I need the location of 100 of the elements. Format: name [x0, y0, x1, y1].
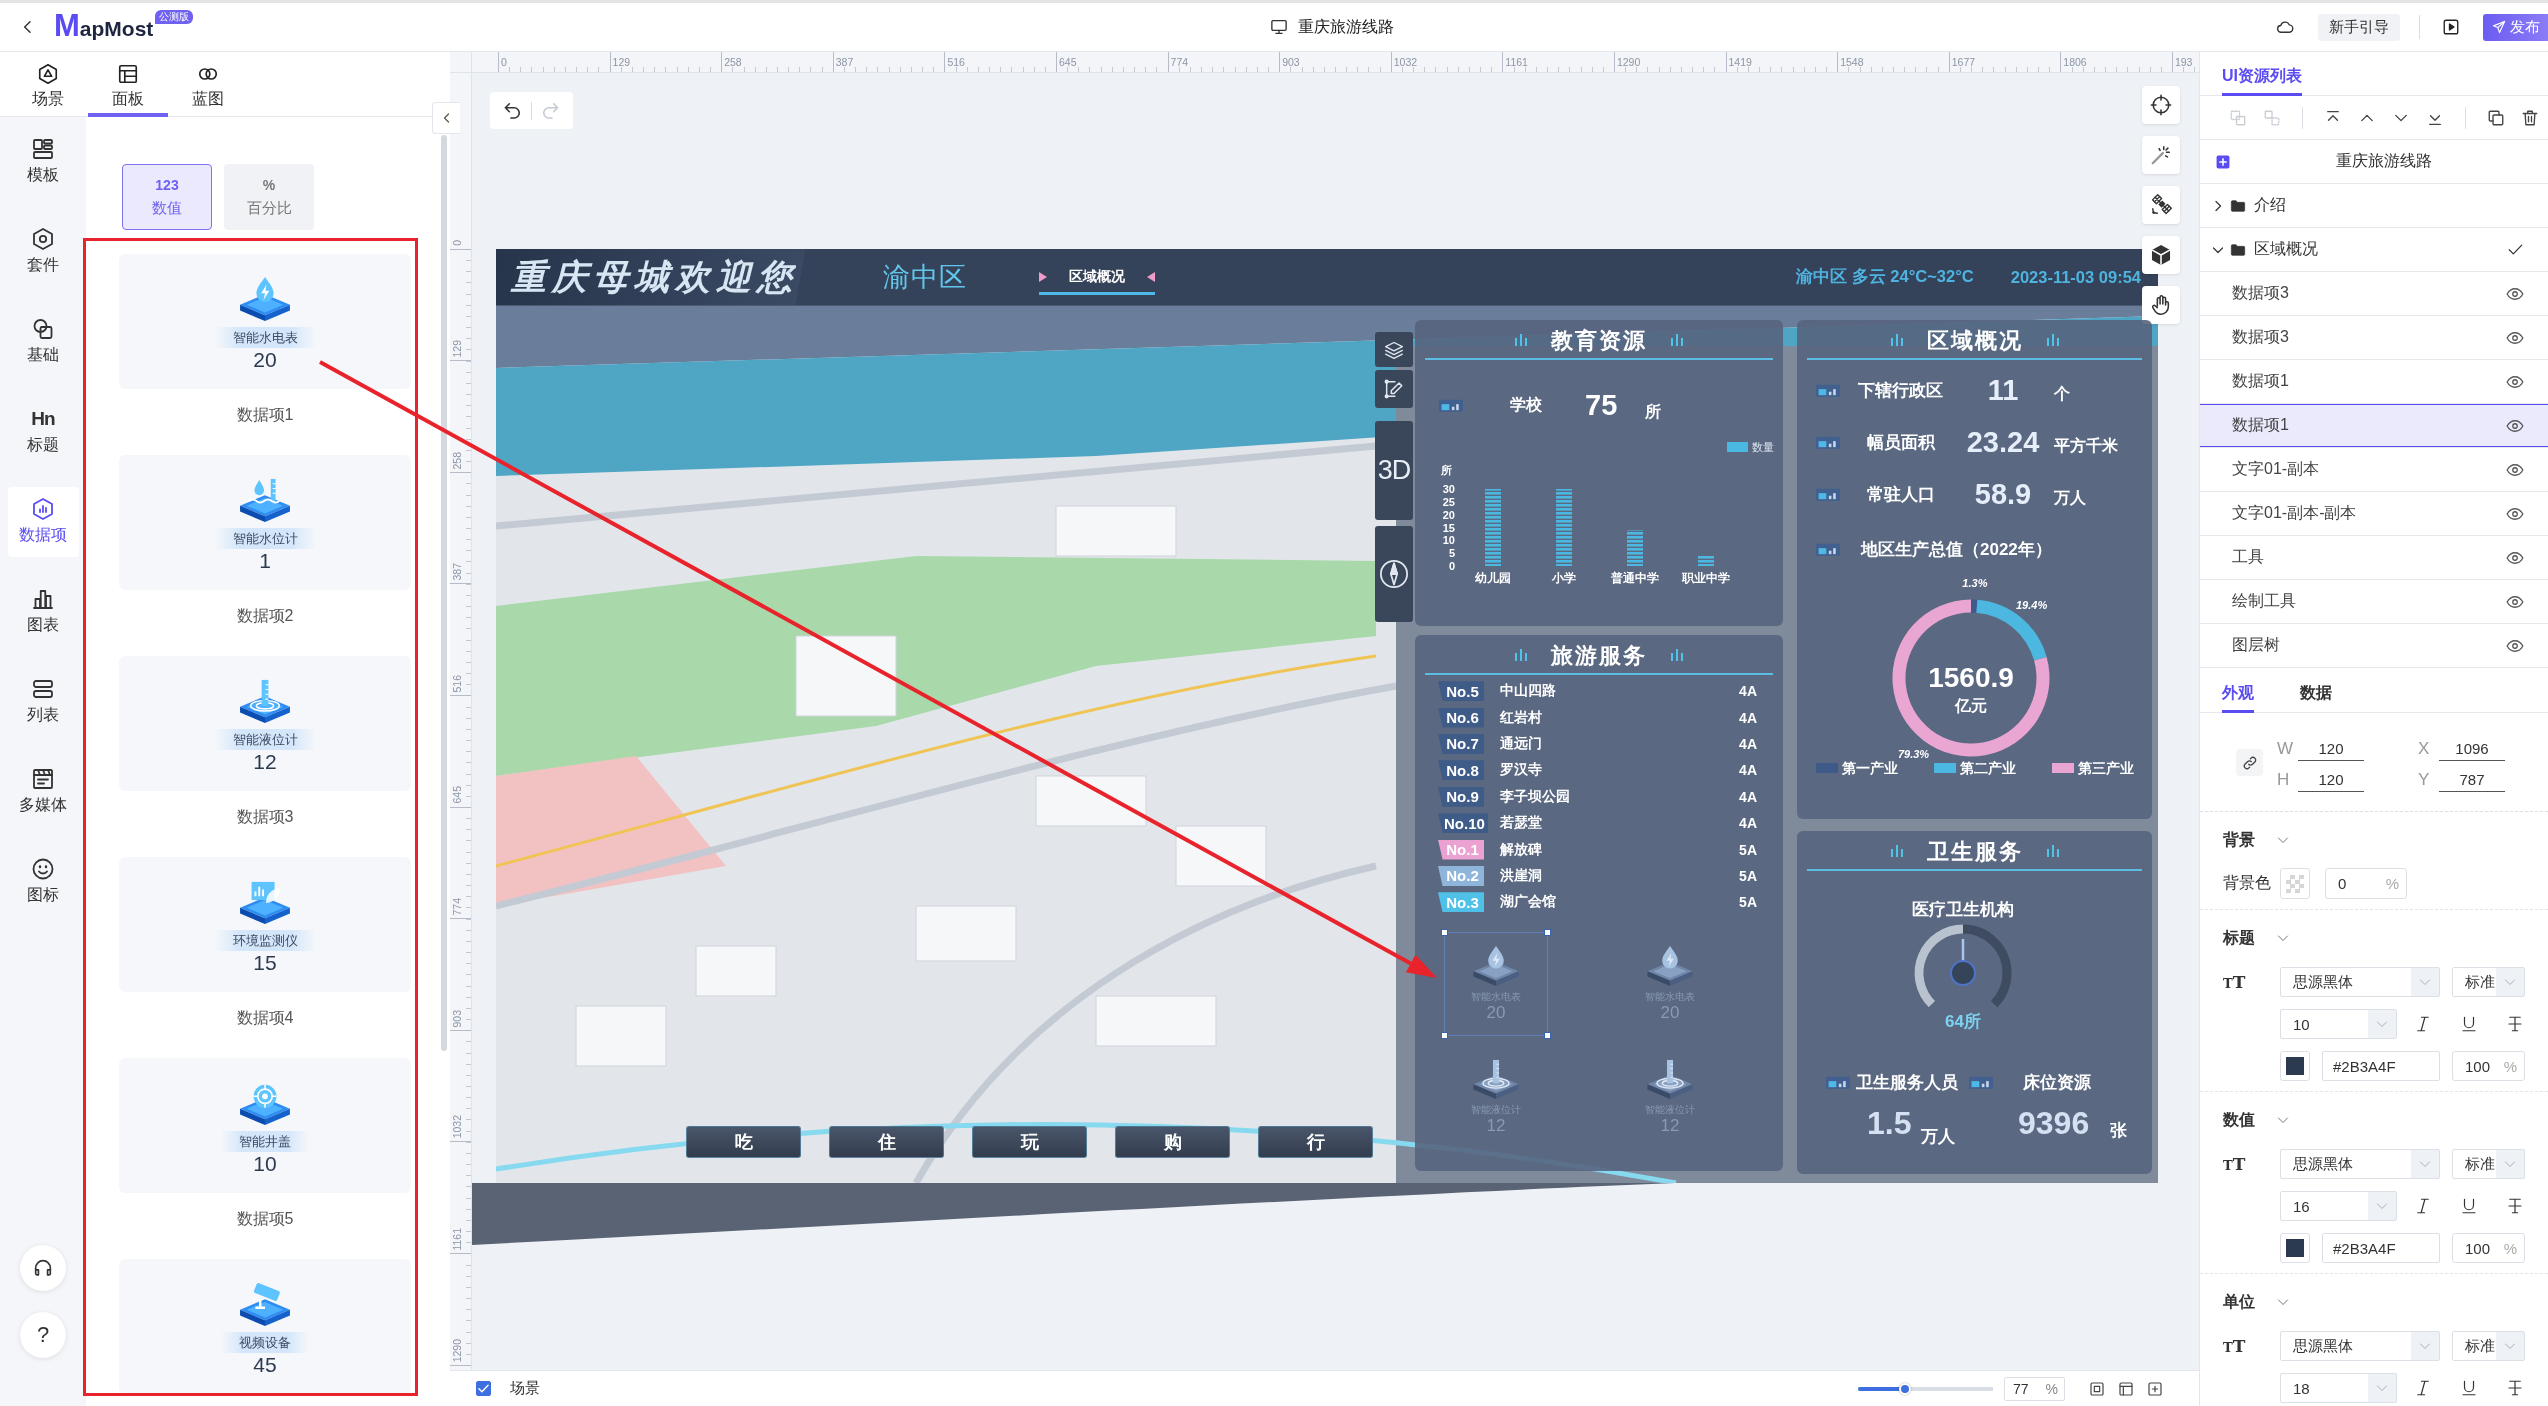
strikethrough-icon[interactable]: [2506, 1015, 2524, 1033]
resize-handle[interactable]: [1544, 928, 1551, 936]
mode-tab[interactable]: 面板: [88, 52, 168, 117]
view-mode-button[interactable]: 3D: [1375, 421, 1413, 520]
widget-card[interactable]: 智能液位计 12: [119, 656, 411, 791]
widget-card[interactable]: 智能水位计 1: [119, 455, 411, 590]
trash-icon[interactable]: [2521, 108, 2539, 127]
weight-select[interactable]: 标准: [2452, 1331, 2525, 1361]
tree-folder[interactable]: 区域概况: [2200, 228, 2548, 272]
tree-item[interactable]: 数据项1: [2200, 404, 2548, 448]
category-button[interactable]: 玩: [972, 1126, 1087, 1158]
size-select[interactable]: 10: [2280, 1009, 2397, 1039]
widget-card[interactable]: 视频设备 45: [119, 1259, 411, 1394]
play-icon[interactable]: [2442, 18, 2460, 36]
opacity-field[interactable]: 0 %: [2325, 868, 2407, 899]
tree-folder[interactable]: 介绍: [2200, 184, 2548, 228]
tree-item[interactable]: 文字01-副本-副本: [2200, 492, 2548, 536]
undo-icon[interactable]: [503, 101, 522, 120]
category-button[interactable]: 住: [829, 1126, 944, 1158]
color-picker[interactable]: [2280, 1051, 2310, 1081]
mode-tab[interactable]: 场景: [8, 52, 88, 117]
number-field[interactable]: 120: [2298, 738, 2364, 761]
checkerboard-swatch-icon[interactable]: [2280, 868, 2310, 899]
category-button[interactable]: 行: [1258, 1126, 1373, 1158]
satellite-icon[interactable]: [2142, 186, 2180, 224]
nav-item[interactable]: 模板: [7, 127, 79, 197]
layers-icon[interactable]: [1375, 332, 1413, 367]
tree-item[interactable]: 数据项3: [2200, 272, 2548, 316]
square-plus-icon[interactable]: [2147, 1380, 2163, 1397]
weight-select[interactable]: 标准: [2452, 1149, 2525, 1179]
help-button[interactable]: ?: [20, 1312, 66, 1358]
tree-item[interactable]: 绘制工具: [2200, 580, 2548, 624]
nav-item[interactable]: 套件: [7, 217, 79, 287]
nav-item[interactable]: 多媒体: [7, 757, 79, 827]
strikethrough-icon[interactable]: [2506, 1379, 2524, 1397]
slider-thumb[interactable]: [1898, 1382, 1911, 1395]
resize-handle[interactable]: [1441, 928, 1448, 936]
widget-card[interactable]: 智能水电表 20: [119, 254, 411, 389]
property-tab[interactable]: 数据: [2300, 682, 2332, 713]
magic-wand-icon[interactable]: [2142, 136, 2180, 174]
compass-icon[interactable]: [1375, 526, 1413, 622]
category-button[interactable]: 吃: [686, 1126, 801, 1158]
support-button[interactable]: [20, 1245, 66, 1291]
resize-handle[interactable]: [1441, 1031, 1448, 1039]
number-field[interactable]: 120: [2298, 769, 2364, 792]
mode-toggle[interactable]: 123 数值: [122, 164, 212, 230]
tree-item[interactable]: 文字01-副本: [2200, 448, 2548, 492]
hex-field[interactable]: #2B3A4F: [2322, 1051, 2440, 1081]
nav-item[interactable]: 基础: [7, 307, 79, 377]
strikethrough-icon[interactable]: [2506, 1197, 2524, 1215]
font-select[interactable]: 思源黑体: [2280, 967, 2440, 997]
underline-icon[interactable]: [2460, 1379, 2478, 1397]
polygon-edit-icon[interactable]: [1375, 370, 1413, 408]
font-select[interactable]: 思源黑体: [2280, 1331, 2440, 1361]
tree-item[interactable]: 数据项3: [2200, 316, 2548, 360]
layer-checkbox[interactable]: [476, 1381, 491, 1396]
tree-item[interactable]: 工具: [2200, 536, 2548, 580]
opacity-field[interactable]: 100 %: [2452, 1051, 2525, 1081]
panel-tab[interactable]: UI资源列表: [2222, 65, 2302, 96]
crosshair-icon[interactable]: [2142, 86, 2180, 124]
italic-icon[interactable]: [2414, 1015, 2432, 1033]
property-tab[interactable]: 外观: [2222, 682, 2254, 713]
frame-layout-icon[interactable]: [2118, 1380, 2134, 1397]
copy-icon[interactable]: [2487, 108, 2505, 127]
publish-button[interactable]: 发布: [2483, 13, 2548, 41]
size-select[interactable]: 16: [2280, 1191, 2397, 1221]
mode-toggle[interactable]: % 百分比: [224, 164, 314, 230]
nav-item[interactable]: 数据项: [7, 487, 79, 557]
guide-button[interactable]: 新手引导: [2318, 13, 2400, 41]
link-icon[interactable]: [2236, 749, 2263, 776]
underline-icon[interactable]: [2460, 1197, 2478, 1215]
nav-item[interactable]: 列表: [7, 667, 79, 737]
category-button[interactable]: 购: [1115, 1126, 1230, 1158]
italic-icon[interactable]: [2414, 1197, 2432, 1215]
underline-icon[interactable]: [2460, 1015, 2478, 1033]
nav-item[interactable]: 图标: [7, 847, 79, 917]
weight-select[interactable]: 标准: [2452, 967, 2525, 997]
size-select[interactable]: 18: [2280, 1373, 2397, 1403]
font-select[interactable]: 思源黑体: [2280, 1149, 2440, 1179]
zoom-input[interactable]: 77 %: [2004, 1376, 2065, 1401]
widget-card[interactable]: 环境监测仪 15: [119, 857, 411, 992]
hex-field[interactable]: #2B3A4F: [2322, 1233, 2440, 1263]
inner-square-icon[interactable]: [2089, 1380, 2105, 1397]
chevron-right-icon[interactable]: [2212, 199, 2224, 212]
mode-tab[interactable]: 蓝图: [168, 52, 248, 117]
resize-handle[interactable]: [1544, 1031, 1551, 1039]
nav-item[interactable]: Hn 标题: [7, 397, 79, 467]
widget-card[interactable]: 智能井盖 10: [119, 1058, 411, 1193]
opacity-field[interactable]: 100 %: [2452, 1233, 2525, 1263]
number-field[interactable]: 787: [2439, 769, 2505, 792]
nav-item[interactable]: 图表: [7, 577, 79, 647]
add-icon[interactable]: [2216, 154, 2230, 169]
cube-icon[interactable]: [2142, 236, 2180, 274]
cloud-icon[interactable]: [2276, 18, 2294, 36]
italic-icon[interactable]: [2414, 1379, 2432, 1397]
color-picker[interactable]: [2280, 1233, 2310, 1263]
scrollbar-thumb[interactable]: [441, 135, 447, 1051]
tree-item[interactable]: 图层树: [2200, 624, 2548, 668]
hand-icon[interactable]: [2142, 286, 2180, 324]
number-field[interactable]: 1096: [2439, 738, 2505, 761]
